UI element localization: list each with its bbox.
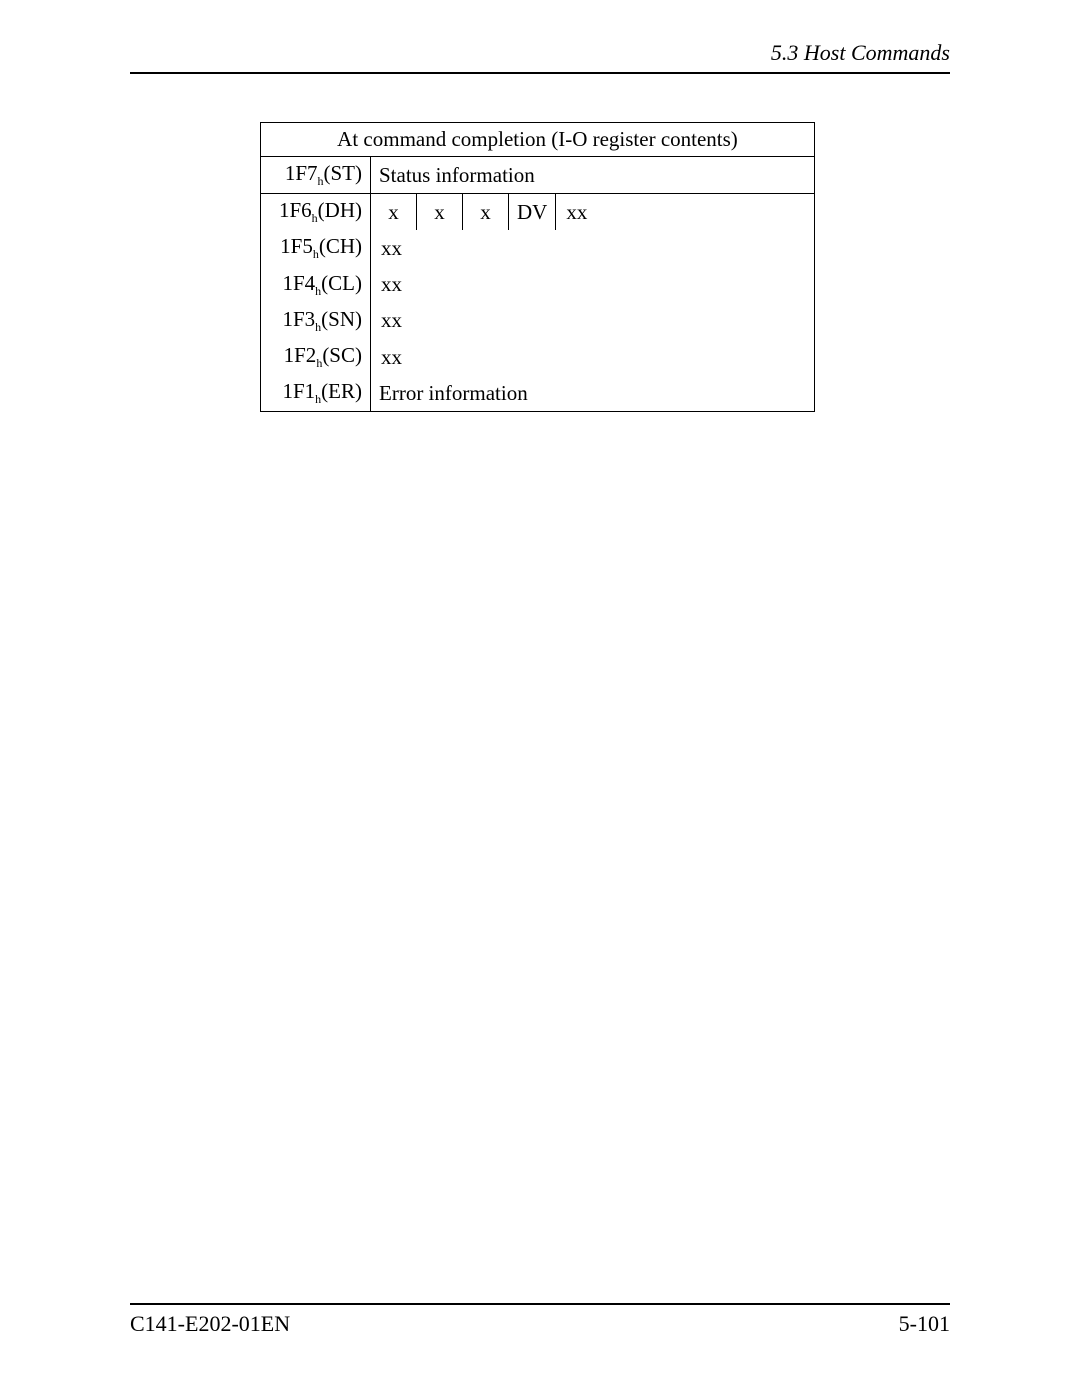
page-number: 5-101	[899, 1311, 950, 1337]
table-title-row: At command completion (I-O register cont…	[261, 123, 815, 157]
reg-value-cl: xx	[371, 267, 815, 303]
row-cl: 1F4h(CL) xx	[261, 267, 815, 303]
row-st: 1F7h(ST) Status information	[261, 157, 815, 194]
dh-c3: DV	[509, 194, 556, 231]
doc-number: C141-E202-01EN	[130, 1311, 290, 1337]
reg-value-er: Error information	[371, 375, 815, 412]
reg-value-sc: xx	[371, 339, 815, 375]
dh-c1: x	[417, 194, 463, 231]
reg-label-er: 1F1h(ER)	[261, 375, 371, 412]
page: 5.3 Host Commands At command completion …	[0, 0, 1080, 1397]
reg-label-st: 1F7h(ST)	[261, 157, 371, 194]
row-sn: 1F3h(SN) xx	[261, 303, 815, 339]
reg-value-sn: xx	[371, 303, 815, 339]
reg-label-cl: 1F4h(CL)	[261, 267, 371, 303]
section-title: 5.3 Host Commands	[771, 40, 950, 65]
footer-row: C141-E202-01EN 5-101	[130, 1311, 950, 1337]
row-sc: 1F2h(SC) xx	[261, 339, 815, 375]
header-rule	[130, 72, 950, 74]
reg-label-dh: 1F6h(DH)	[261, 194, 371, 231]
dh-c4: xx	[556, 194, 815, 231]
register-table-wrap: At command completion (I-O register cont…	[260, 122, 815, 412]
dh-c0: x	[371, 194, 417, 231]
page-header: 5.3 Host Commands	[130, 40, 950, 72]
row-er: 1F1h(ER) Error information	[261, 375, 815, 412]
reg-label-sc: 1F2h(SC)	[261, 339, 371, 375]
reg-value-ch: xx	[371, 230, 815, 266]
register-table: At command completion (I-O register cont…	[260, 122, 815, 412]
reg-label-ch: 1F5h(CH)	[261, 230, 371, 266]
table-title: At command completion (I-O register cont…	[261, 123, 815, 157]
row-dh: 1F6h(DH) x x x DV xx	[261, 194, 815, 231]
reg-label-sn: 1F3h(SN)	[261, 303, 371, 339]
page-footer: C141-E202-01EN 5-101	[130, 1303, 950, 1337]
dh-c2: x	[463, 194, 509, 231]
row-ch: 1F5h(CH) xx	[261, 230, 815, 266]
footer-rule	[130, 1303, 950, 1305]
reg-value-st: Status information	[371, 157, 815, 194]
